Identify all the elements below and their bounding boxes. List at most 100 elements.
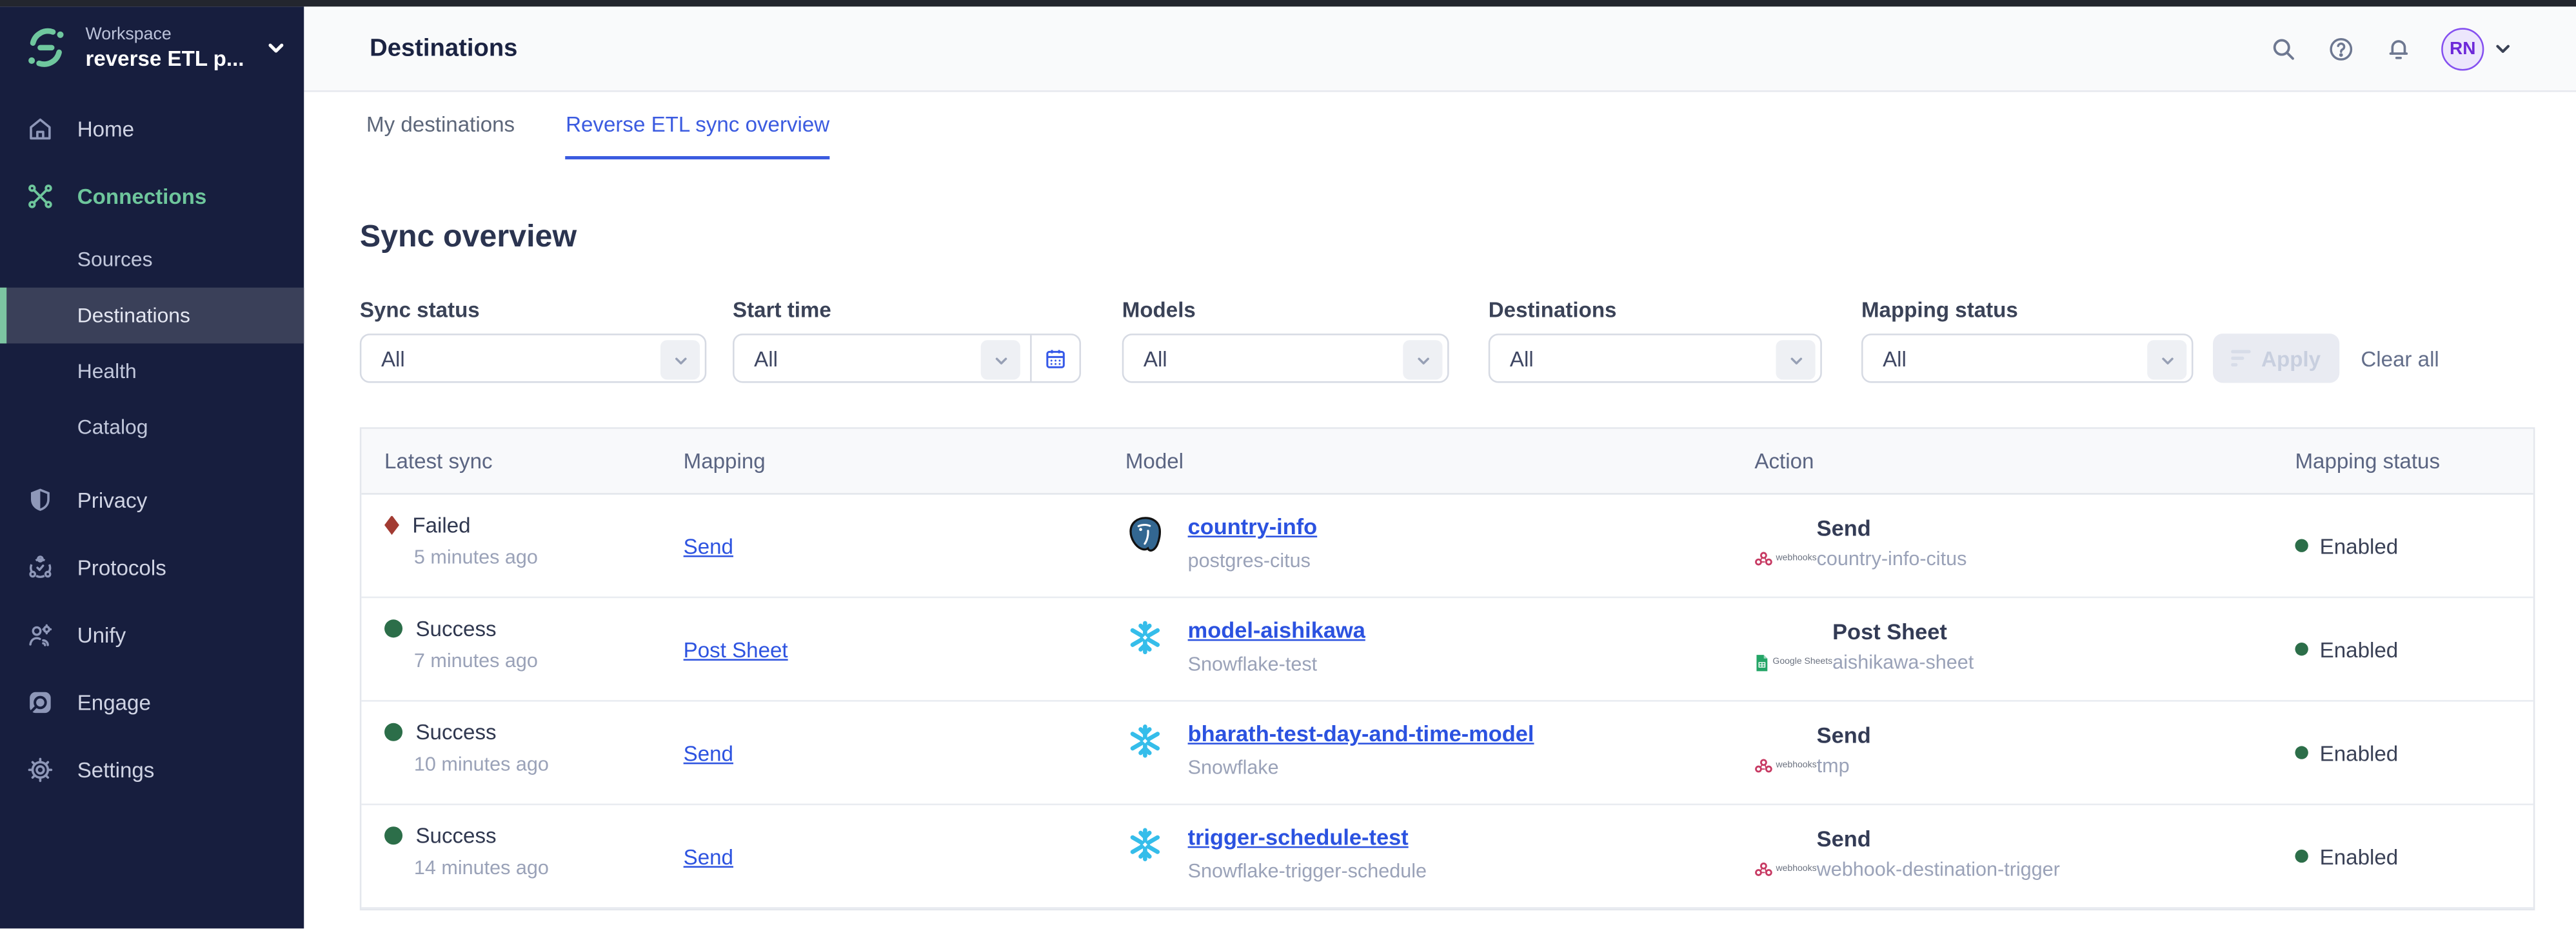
tabs-bar: My destinations Reverse ETL sync overvie… — [304, 92, 2576, 166]
sidebar-item-catalog[interactable]: Catalog — [0, 399, 304, 455]
window-top-edge — [0, 0, 2576, 6]
success-status-icon — [384, 723, 402, 741]
sidebar-item-privacy[interactable]: Privacy — [0, 468, 304, 531]
apply-label: Apply — [2261, 346, 2321, 370]
select-value: All — [1144, 346, 1167, 371]
enabled-status-icon — [2295, 850, 2308, 863]
col-mapping: Mapping — [684, 448, 1125, 473]
protocols-icon — [26, 553, 54, 581]
sidebar-item-label: Catalog — [77, 415, 148, 439]
webhooks-icon: webhooks — [1754, 728, 1816, 803]
sync-status-text: Success — [415, 823, 496, 848]
apply-button[interactable]: Apply — [2213, 334, 2339, 383]
action-name: Send — [1817, 516, 1967, 541]
tab-reverse-etl-sync-overview[interactable]: Reverse ETL sync overview — [566, 112, 829, 159]
col-latest-sync: Latest sync — [361, 448, 683, 473]
chevron-down-icon — [264, 36, 288, 59]
mapping-link[interactable]: Send — [684, 534, 733, 558]
filter-label-destinations: Destinations — [1489, 297, 1822, 322]
mapping-status-text: Enabled — [2320, 741, 2399, 765]
action-name: Send — [1817, 723, 1871, 748]
app-root: Workspace reverse ETL p... Home Connecti… — [0, 0, 2576, 929]
app-header: Destinations RN — [304, 6, 2576, 92]
sidebar-item-settings[interactable]: Settings — [0, 738, 304, 801]
model-source: Snowflake-test — [1188, 652, 1365, 675]
success-status-icon — [384, 826, 402, 844]
destination-type-label: webhooks — [1776, 554, 1817, 563]
model-link[interactable]: bharath-test-day-and-time-model — [1188, 721, 1534, 746]
webhooks-icon: webhooks — [1754, 521, 1816, 596]
sidebar-item-unify[interactable]: Unify — [0, 603, 304, 666]
tab-my-destinations[interactable]: My destinations — [366, 112, 515, 159]
user-menu[interactable]: RN — [2441, 27, 2513, 70]
clear-all-link[interactable]: Clear all — [2361, 334, 2439, 383]
mapping-status-select[interactable]: All — [1861, 334, 2194, 383]
table-row: Success 14 minutes ago Send — [361, 805, 2533, 908]
sidebar-item-sources[interactable]: Sources — [0, 232, 304, 288]
filter-label-sync-status: Sync status — [360, 297, 706, 322]
search-icon[interactable] — [2269, 34, 2299, 63]
sidebar-item-connections[interactable]: Connections — [0, 165, 304, 227]
bell-icon[interactable] — [2384, 34, 2413, 63]
enabled-status-icon — [2295, 643, 2308, 655]
table-row: Failed 5 minutes ago Send country-info — [361, 495, 2533, 598]
model-source: Snowflake-trigger-schedule — [1188, 859, 1427, 883]
sidebar-item-label: Home — [77, 116, 134, 141]
model-link[interactable]: model-aishikawa — [1188, 618, 1365, 643]
sync-status-text: Success — [415, 720, 496, 744]
sync-status-select[interactable]: All — [360, 334, 706, 383]
avatar[interactable]: RN — [2441, 27, 2484, 70]
destinations-select[interactable]: All — [1489, 334, 1822, 383]
model-link[interactable]: trigger-schedule-test — [1188, 825, 1409, 850]
mapping-link[interactable]: Send — [684, 844, 733, 868]
start-time-select[interactable]: All — [733, 334, 1081, 383]
chevron-down-icon — [981, 340, 1020, 379]
sync-status-text: Success — [415, 616, 496, 641]
model-link[interactable]: country-info — [1188, 514, 1318, 539]
help-icon[interactable] — [2326, 34, 2356, 63]
destination-type-label: Google Sheets — [1772, 657, 1832, 667]
sidebar-item-label: Unify — [77, 622, 126, 646]
filter-label-mapping-status: Mapping status — [1861, 297, 2194, 322]
model-source: Snowflake — [1188, 756, 1534, 779]
table-header: Latest sync Mapping Model Action Mapping… — [361, 429, 2533, 495]
section-heading: Sync overview — [360, 220, 2576, 256]
filter-icon — [2232, 350, 2252, 366]
mapping-status-text: Enabled — [2320, 534, 2399, 558]
webhooks-icon: webhooks — [1754, 832, 1816, 907]
enabled-status-icon — [2295, 539, 2308, 552]
home-icon — [26, 114, 54, 142]
destination-type-label: webhooks — [1776, 761, 1817, 770]
mapping-link[interactable]: Send — [684, 741, 733, 765]
sidebar-item-label: Destinations — [77, 304, 190, 327]
sidebar: Workspace reverse ETL p... Home Connecti… — [0, 6, 304, 929]
destination-name: tmp — [1817, 754, 1871, 777]
model-source: postgres-citus — [1188, 549, 1318, 572]
page-title: Destinations — [370, 34, 517, 62]
table-row: Success 7 minutes ago Post Sheet — [361, 598, 2533, 701]
filter-label-models: Models — [1122, 297, 1449, 322]
engage-icon — [26, 688, 54, 715]
sidebar-item-engage[interactable]: Engage — [0, 670, 304, 733]
action-name: Post Sheet — [1832, 619, 1974, 644]
mapping-status-text: Enabled — [2320, 637, 2399, 661]
filters-row: Sync status All Start time All — [360, 297, 2576, 383]
main-area: Destinations RN My destinations Rever — [304, 6, 2576, 929]
sidebar-item-health[interactable]: Health — [0, 343, 304, 399]
sidebar-item-destinations[interactable]: Destinations — [0, 288, 304, 344]
table-row: Success 10 minutes ago Send — [361, 702, 2533, 805]
mapping-link[interactable]: Post Sheet — [684, 637, 788, 661]
snowflake-icon — [1125, 825, 1165, 864]
sidebar-item-label: Connections — [77, 183, 207, 208]
workspace-switcher[interactable]: Workspace reverse ETL p... — [0, 6, 304, 85]
sidebar-item-home[interactable]: Home — [0, 97, 304, 159]
sidebar-item-protocols[interactable]: Protocols — [0, 535, 304, 598]
models-select[interactable]: All — [1122, 334, 1449, 383]
sidebar-item-label: Engage — [77, 690, 151, 714]
mapping-status-text: Enabled — [2320, 844, 2399, 868]
action-name: Send — [1817, 826, 2060, 851]
failed-status-icon — [384, 515, 399, 535]
filter-label-start-time: Start time — [733, 297, 1081, 322]
calendar-icon[interactable] — [1030, 335, 1079, 381]
snowflake-icon — [1125, 618, 1165, 657]
